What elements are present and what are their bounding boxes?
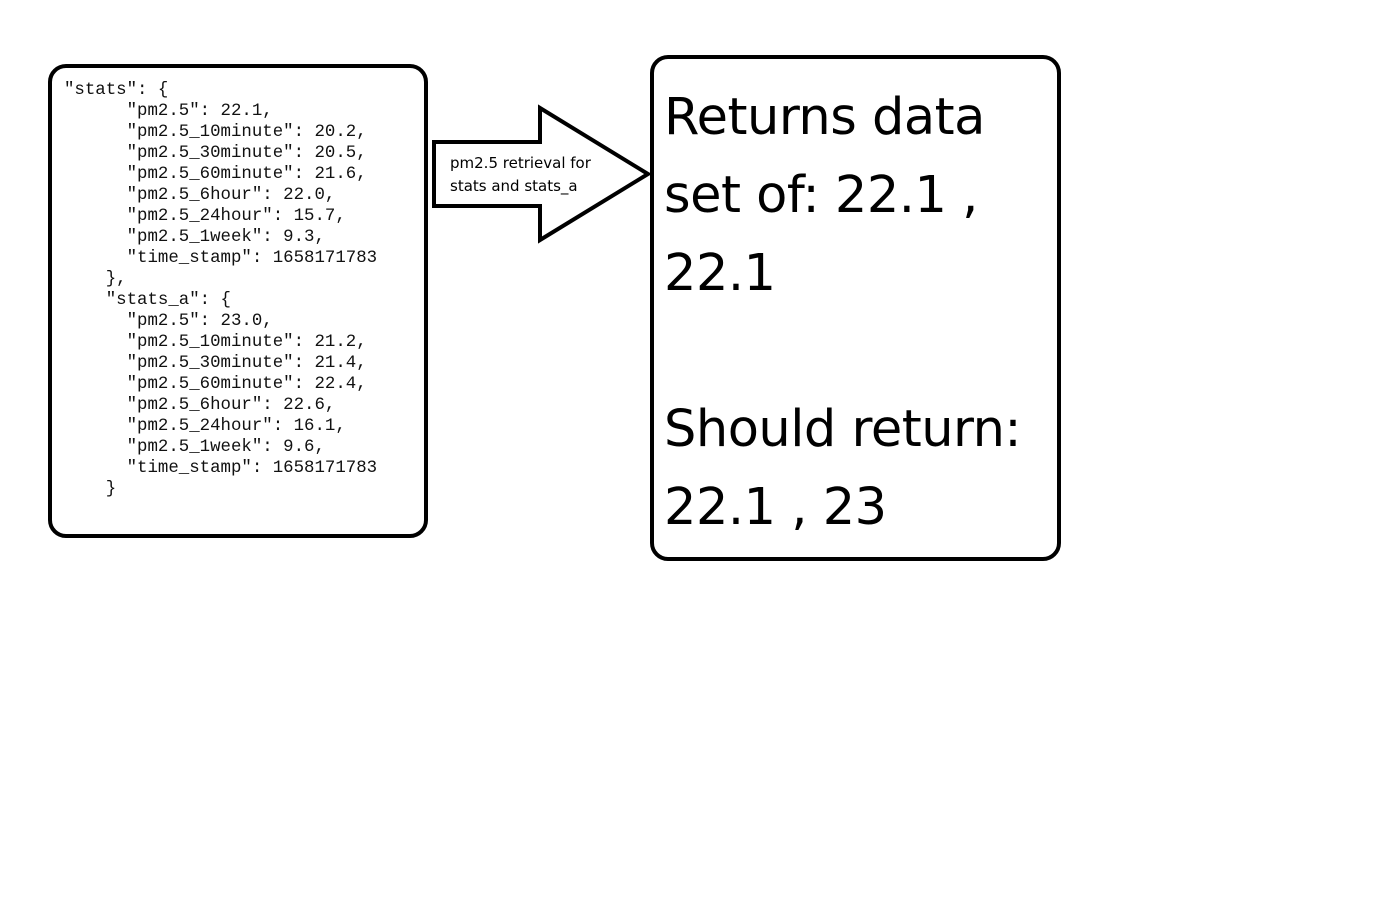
result-box: Returns data set of: 22.1 , 22.1 Should … xyxy=(650,55,1061,561)
result-line: Returns data xyxy=(664,88,985,147)
code-line: "pm2.5_30minute": 20.5, xyxy=(64,144,367,163)
json-code-lines: "stats": { "pm2.5": 22.1, "pm2.5_10minut… xyxy=(64,80,377,500)
arrow-label-line: pm2.5 retrieval for xyxy=(450,154,591,172)
code-line: "pm2.5_6hour": 22.0, xyxy=(64,186,336,205)
result-line: 22.1 xyxy=(664,244,776,303)
arrow-label-line: stats and stats_a xyxy=(450,177,578,195)
code-line: "pm2.5_30minute": 21.4, xyxy=(64,354,367,373)
code-line: "pm2.5_1week": 9.6, xyxy=(64,438,325,457)
code-line: "pm2.5_1week": 9.3, xyxy=(64,228,325,247)
code-line: "pm2.5_6hour": 22.6, xyxy=(64,396,336,415)
arrow-label: pm2.5 retrieval for stats and stats_a xyxy=(450,152,610,198)
code-line: "pm2.5": 23.0, xyxy=(64,312,273,331)
code-line: "time_stamp": 1658171783 xyxy=(64,459,378,478)
code-line: "pm2.5_60minute": 22.4, xyxy=(64,375,367,394)
code-line: }, xyxy=(64,270,127,289)
code-line: "pm2.5_10minute": 21.2, xyxy=(64,333,367,352)
code-line: "pm2.5_24hour": 16.1, xyxy=(64,417,346,436)
code-line: "time_stamp": 1658171783 xyxy=(64,249,378,268)
code-line: "stats": { xyxy=(64,81,169,100)
result-line: set of: 22.1 , xyxy=(664,166,978,225)
code-line: "pm2.5_24hour": 15.7, xyxy=(64,207,346,226)
code-line: "pm2.5_60minute": 21.6, xyxy=(64,165,367,184)
code-line: "pm2.5": 22.1, xyxy=(64,102,273,121)
result-line xyxy=(664,313,1021,391)
code-line: } xyxy=(64,480,117,499)
result-text: Returns data set of: 22.1 , 22.1 Should … xyxy=(664,79,1022,547)
code-line: "pm2.5_10minute": 20.2, xyxy=(64,123,367,142)
result-line: Should return: xyxy=(664,400,1022,459)
code-line: "stats_a": { xyxy=(64,291,231,310)
result-line: 22.1 , 23 xyxy=(664,478,887,537)
json-code-box: "stats": { "pm2.5": 22.1, "pm2.5_10minut… xyxy=(48,64,428,538)
